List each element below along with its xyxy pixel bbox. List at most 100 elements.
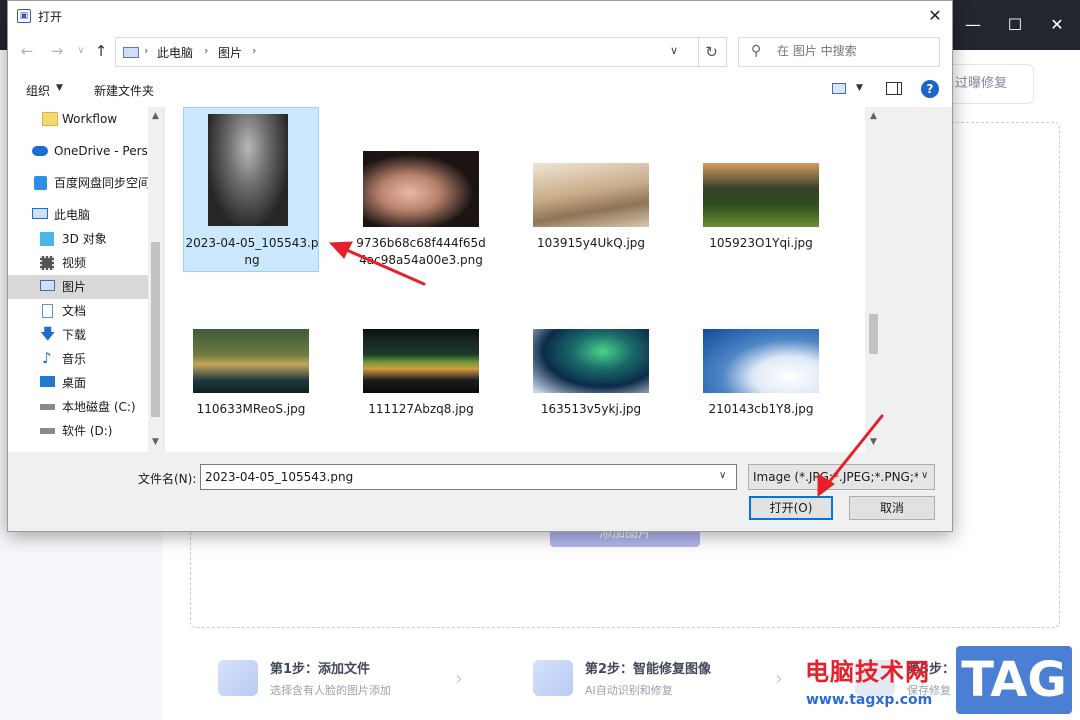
nav-item-documents[interactable]: 文档	[8, 299, 148, 323]
nav-item-label: 百度网盘同步空间	[54, 176, 151, 190]
scroll-down-icon[interactable]: ▼	[866, 437, 881, 447]
filename-value[interactable]: 2023-04-05_105543.png	[205, 470, 353, 484]
file-thumbnail	[208, 114, 288, 226]
filename-field[interactable]: 2023-04-05_105543.png ∨	[200, 464, 737, 490]
app-icon: ▣	[17, 9, 31, 23]
file-thumbnail	[363, 151, 479, 227]
help-icon[interactable]: ?	[921, 80, 939, 98]
scroll-up-icon[interactable]: ▲	[866, 111, 881, 121]
nav-item-3d-objects[interactable]: 3D 对象	[8, 227, 148, 251]
nav-item-label: 音乐	[62, 352, 87, 366]
file-thumbnail	[703, 163, 819, 227]
file-name: 110633MReoS.jpg	[196, 402, 306, 416]
file-name: 111127Abzq8.jpg	[368, 402, 474, 416]
dialog-close-button[interactable]: ✕	[920, 3, 950, 29]
file-name: 9736b68c68f444f65d4ac98a54a00e3.png	[356, 236, 486, 267]
watermark-tag-logo: TAG	[956, 646, 1072, 714]
file-item[interactable]: 9736b68c68f444f65d4ac98a54a00e3.png	[353, 107, 489, 272]
file-item[interactable]: 163513v5ykj.jpg	[523, 317, 659, 427]
nav-item-label: 下载	[62, 328, 87, 342]
file-item[interactable]: 110633MReoS.jpg	[183, 317, 319, 427]
nav-item-music[interactable]: ♪ 音乐	[8, 347, 148, 371]
back-button[interactable]: ←	[16, 40, 38, 62]
refresh-button[interactable]: ↻	[697, 37, 727, 67]
file-thumbnail	[533, 163, 649, 227]
search-input[interactable]	[777, 44, 937, 58]
chevron-right-icon: ›	[144, 44, 149, 57]
nav-item-downloads[interactable]: 🡇 下载	[8, 323, 148, 347]
file-item[interactable]: 103915y4UkQ.jpg	[523, 107, 659, 272]
cancel-button[interactable]: 取消	[849, 496, 935, 520]
change-view-icon[interactable]	[832, 83, 846, 94]
nav-item-label: 本地磁盘 (C:)	[62, 400, 136, 414]
nav-pane-scroll-thumb[interactable]	[151, 242, 160, 417]
preview-pane-icon[interactable]	[886, 82, 902, 95]
forward-button[interactable]: →	[46, 40, 68, 62]
video-icon	[40, 256, 54, 270]
breadcrumb-this-pc[interactable]: 此电脑	[157, 44, 193, 61]
nav-item-this-pc[interactable]: 此电脑	[8, 203, 148, 227]
caret-down-icon[interactable]: ▼	[856, 83, 863, 93]
file-name: 210143cb1Y8.jpg	[708, 402, 814, 416]
nav-item-baidu-netdisk[interactable]: 百度网盘同步空间	[8, 171, 151, 195]
cube-icon	[40, 232, 54, 246]
step-1: 第1步：添加文件 选择含有人脸的图片添加	[218, 654, 448, 704]
caret-down-icon[interactable]: ▼	[56, 83, 63, 93]
document-icon	[42, 304, 53, 318]
file-type-value: Image (*.JPG;*.JPEG;*.PNG;*.BMP)	[753, 470, 918, 484]
nav-item-videos[interactable]: 视频	[8, 251, 148, 275]
pictures-icon	[40, 280, 55, 291]
chevron-down-icon[interactable]: ∨	[719, 470, 726, 481]
nav-item-label: Workflow	[62, 112, 118, 126]
filename-label: 文件名(N):	[138, 472, 197, 486]
cloud-icon	[32, 146, 48, 156]
file-item[interactable]: 2023-04-05_105543.png	[183, 107, 319, 272]
nav-item-label: 3D 对象	[62, 232, 107, 246]
file-item[interactable]: 210143cb1Y8.jpg	[693, 317, 829, 427]
computer-icon	[123, 47, 139, 58]
chevron-right-icon: ›	[252, 44, 257, 57]
computer-icon	[32, 208, 48, 219]
address-bar[interactable]: › 此电脑 › 图片 › ∨	[115, 37, 699, 67]
open-button[interactable]: 打开(O)	[749, 496, 833, 520]
organize-button[interactable]: 组织	[26, 82, 50, 99]
scroll-up-icon[interactable]: ▲	[148, 111, 163, 121]
drive-icon	[40, 428, 55, 434]
maximize-button[interactable]: ☐	[1000, 10, 1030, 40]
new-folder-button[interactable]: 新建文件夹	[94, 82, 154, 99]
nav-item-label: 软件 (D:)	[62, 424, 113, 438]
chevron-down-icon[interactable]: ∨	[670, 44, 678, 57]
nav-item-software-d[interactable]: 软件 (D:)	[8, 419, 148, 443]
file-item[interactable]: 111127Abzq8.jpg	[353, 317, 489, 427]
nav-item-label: 桌面	[62, 376, 87, 390]
watermark-site-name: 电脑技术网	[805, 658, 930, 686]
nav-item-desktop[interactable]: 桌面	[8, 371, 148, 395]
file-list: 2023-04-05_105543.png 9736b68c68f444f65d…	[165, 107, 882, 452]
breadcrumb-pictures[interactable]: 图片	[218, 44, 242, 61]
file-type-select[interactable]: Image (*.JPG;*.JPEG;*.PNG;*.BMP) ∨	[748, 464, 935, 490]
chevron-down-icon[interactable]: ∨	[921, 470, 928, 481]
chevron-right-icon: ›	[775, 666, 783, 690]
nav-item-workflow[interactable]: Workflow	[8, 107, 148, 131]
nav-item-local-disk-c[interactable]: 本地磁盘 (C:)	[8, 395, 148, 419]
recent-locations-button[interactable]: ∨	[70, 40, 92, 62]
nav-item-label: 视频	[62, 256, 87, 270]
toolbar: 组织 ▼ 新建文件夹 ▼ ?	[8, 72, 952, 107]
baidu-netdisk-icon	[34, 176, 47, 190]
file-item[interactable]: 105923O1Yqi.jpg	[693, 107, 829, 272]
file-list-scroll-thumb[interactable]	[869, 314, 878, 354]
navigation-pane: Workflow OneDrive - Personal 百度网盘同步空间 此电…	[8, 107, 164, 452]
file-name: 103915y4UkQ.jpg	[536, 236, 646, 250]
file-name: 2023-04-05_105543.png	[185, 236, 319, 267]
search-box[interactable]: ⚲	[738, 37, 940, 67]
nav-item-onedrive[interactable]: OneDrive - Personal	[8, 139, 163, 163]
up-button[interactable]: ↑	[90, 40, 112, 62]
minimize-button[interactable]: —	[958, 10, 988, 40]
step-subtitle: 选择含有人脸的图片添加	[270, 684, 391, 697]
close-window-button[interactable]: ✕	[1042, 10, 1072, 40]
image-add-icon	[218, 660, 258, 696]
scroll-down-icon[interactable]: ▼	[148, 437, 163, 447]
nav-item-pictures[interactable]: 图片	[8, 275, 148, 299]
step-subtitle: AI自动识别和修复	[585, 684, 673, 697]
file-list-scrollbar[interactable]	[865, 107, 882, 452]
